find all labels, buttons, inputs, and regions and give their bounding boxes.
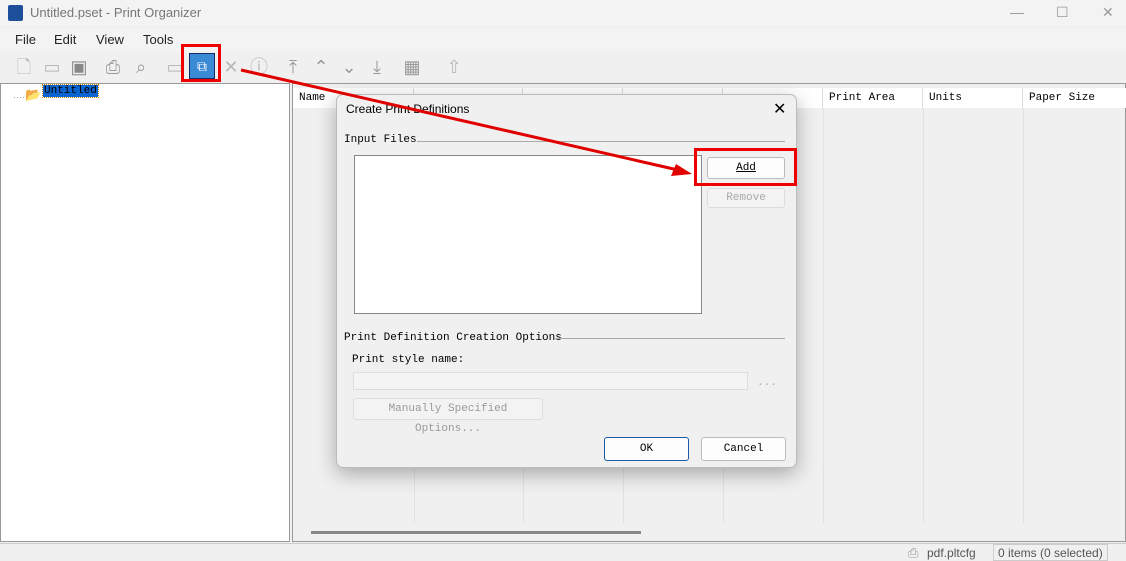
status-config: pdf.pltcfg xyxy=(927,546,976,560)
plotter-icon: ⎙ xyxy=(908,545,919,560)
status-items: 0 items (0 selected) xyxy=(993,544,1108,561)
annotation-arrow xyxy=(240,68,692,176)
status-bar: ⎙ pdf.pltcfg 0 items (0 selected) xyxy=(0,543,1126,561)
